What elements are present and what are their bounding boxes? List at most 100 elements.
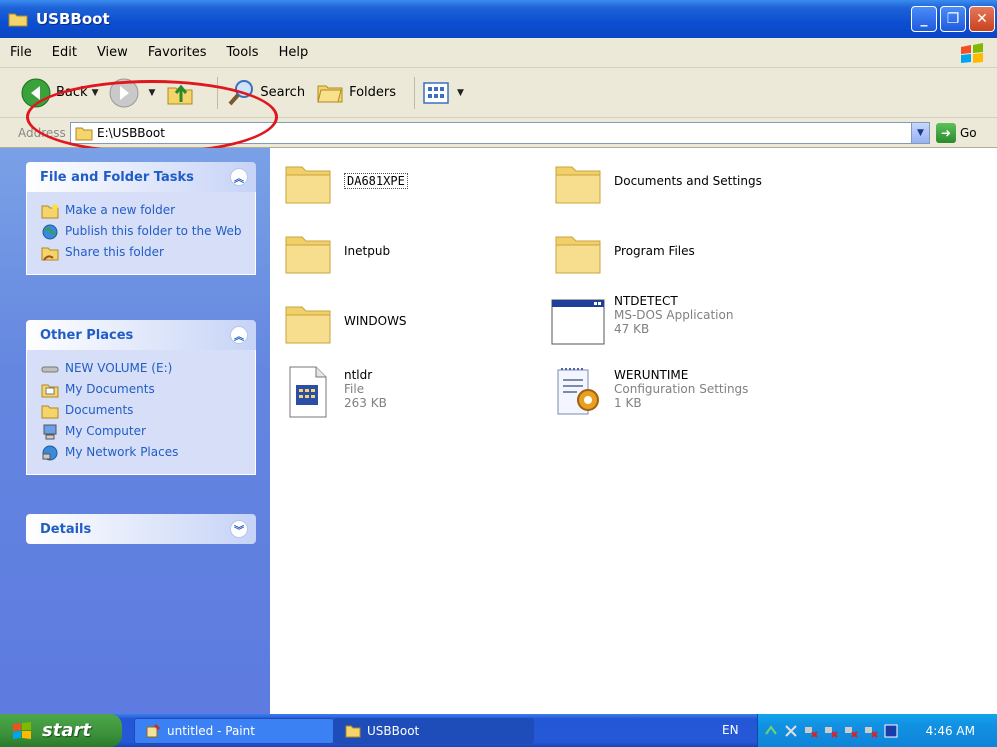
search-label: Search	[260, 85, 306, 100]
taskbar-item-paint[interactable]: untitled - Paint	[134, 718, 334, 744]
details-header[interactable]: Details ︾	[26, 514, 256, 544]
file-folder-tasks-panel: File and Folder Tasks ︽ Make a new folde…	[26, 162, 256, 275]
forward-button[interactable]: ▼	[108, 77, 155, 109]
menu-tools[interactable]: Tools	[217, 45, 269, 60]
folder-icon	[285, 306, 331, 344]
file-size: 263 KB	[344, 396, 387, 410]
back-label: Back	[56, 85, 88, 100]
paint-icon	[146, 723, 161, 738]
folder-icon	[345, 725, 361, 738]
file-item-folder[interactable]: DA681XPE	[278, 152, 408, 212]
publish-folder-link[interactable]: Publish this folder to the Web	[41, 224, 245, 240]
windows-logo-icon	[961, 43, 983, 63]
go-arrow-icon: ➜	[936, 123, 956, 143]
tray-connection-icon[interactable]	[844, 724, 858, 738]
menu-help[interactable]: Help	[269, 45, 319, 60]
file-name: WINDOWS	[344, 314, 407, 328]
address-dropdown-button[interactable]: ▼	[911, 123, 929, 143]
chevron-down-icon: ▼	[148, 87, 156, 98]
language-indicator[interactable]: EN	[722, 723, 739, 737]
file-item-file[interactable]: ntldr File 263 KB	[278, 362, 387, 422]
start-button[interactable]: start	[0, 714, 122, 747]
folders-label: Folders	[349, 85, 397, 100]
tray-connection-icon[interactable]	[864, 724, 878, 738]
place-new-volume[interactable]: NEW VOLUME (E:)	[41, 361, 245, 377]
folder-icon	[285, 236, 331, 274]
share-folder-link[interactable]: Share this folder	[41, 245, 245, 261]
place-documents[interactable]: Documents	[41, 403, 245, 419]
file-size: 1 KB	[614, 396, 642, 410]
forward-arrow-icon	[109, 78, 139, 107]
file-type: Configuration Settings	[614, 382, 749, 396]
close-button[interactable]: ✕	[969, 6, 995, 32]
collapse-icon[interactable]: ︽	[230, 326, 248, 344]
panel-title: Details	[40, 521, 92, 537]
toolbar-separator	[217, 76, 219, 109]
tray-connection-icon[interactable]	[804, 724, 818, 738]
menu-view[interactable]: View	[87, 45, 138, 60]
file-folder-tasks-header[interactable]: File and Folder Tasks ︽	[26, 162, 256, 192]
file-type: MS-DOS Application	[614, 308, 734, 322]
panel-title: Other Places	[40, 327, 134, 343]
file-item-application[interactable]: NTDETECT MS-DOS Application 47 KB	[548, 292, 733, 352]
address-value: E:\USBBoot	[97, 126, 165, 140]
file-size: 47 KB	[614, 322, 650, 336]
folders-icon	[317, 85, 343, 102]
menu-favorites[interactable]: Favorites	[138, 45, 217, 60]
tray-network-icon[interactable]	[764, 724, 778, 738]
other-places-header[interactable]: Other Places ︽	[26, 320, 256, 350]
address-input[interactable]: E:\USBBoot ▼	[70, 122, 930, 144]
tray-connection-icon[interactable]	[824, 724, 838, 738]
go-label: Go	[960, 126, 977, 140]
globe-icon	[42, 224, 58, 240]
folder-icon	[285, 166, 331, 204]
file-item-folder[interactable]: Inetpub	[278, 222, 390, 282]
restore-button[interactable]: ❐	[940, 6, 966, 32]
panel-title: File and Folder Tasks	[40, 169, 194, 185]
share-folder-icon	[41, 247, 59, 261]
search-icon	[228, 79, 254, 105]
minimize-button[interactable]: _	[911, 6, 937, 32]
file-item-folder[interactable]: Program Files	[548, 222, 695, 282]
place-my-network-places[interactable]: My Network Places	[41, 445, 245, 461]
computer-icon	[43, 424, 57, 440]
back-button[interactable]: Back ▼	[20, 77, 98, 109]
folder-icon	[41, 405, 59, 419]
go-button[interactable]: ➜ Go	[936, 123, 977, 143]
folder-icon	[555, 166, 601, 204]
place-my-computer[interactable]: My Computer	[41, 424, 245, 440]
place-my-documents[interactable]: My Documents	[41, 382, 245, 398]
address-label: Address	[18, 125, 66, 140]
details-panel: Details ︾	[26, 514, 256, 544]
system-file-icon	[289, 366, 327, 418]
search-button[interactable]: Search	[226, 78, 305, 108]
folder-icon	[8, 13, 28, 27]
file-name: ntldr	[344, 368, 373, 382]
views-button[interactable]: ▼	[423, 81, 464, 105]
tray-monitor-icon[interactable]	[884, 724, 898, 738]
address-bar: Address E:\USBBoot ▼ ➜ Go	[0, 118, 997, 148]
file-type: File	[344, 382, 365, 396]
make-new-folder-link[interactable]: Make a new folder	[41, 203, 245, 219]
file-name: DA681XPE	[344, 173, 408, 189]
file-name: Documents and Settings	[614, 174, 762, 188]
file-item-folder[interactable]: WINDOWS	[278, 292, 407, 352]
clock[interactable]: 4:46 AM	[926, 724, 975, 738]
taskbar-item-label: untitled - Paint	[167, 724, 255, 738]
start-label: start	[42, 720, 91, 741]
taskbar-item-usbboot[interactable]: USBBoot	[334, 718, 534, 744]
file-name: Inetpub	[344, 244, 391, 258]
network-icon	[42, 445, 58, 461]
expand-icon[interactable]: ︾	[230, 520, 248, 538]
folder-icon	[555, 236, 601, 274]
file-item-folder[interactable]: Documents and Settings	[548, 152, 762, 212]
file-item-config[interactable]: WERUNTIME Configuration Settings 1 KB	[548, 362, 748, 422]
collapse-icon[interactable]: ︽	[230, 168, 248, 186]
tray-tools-icon[interactable]	[784, 724, 798, 738]
drive-icon	[41, 366, 59, 373]
menu-edit[interactable]: Edit	[42, 45, 87, 60]
menu-file[interactable]: File	[0, 45, 42, 60]
up-folder-button[interactable]	[165, 78, 199, 108]
folders-button[interactable]: Folders	[315, 78, 396, 108]
title-bar: USBBoot _ ❐ ✕	[0, 0, 997, 38]
